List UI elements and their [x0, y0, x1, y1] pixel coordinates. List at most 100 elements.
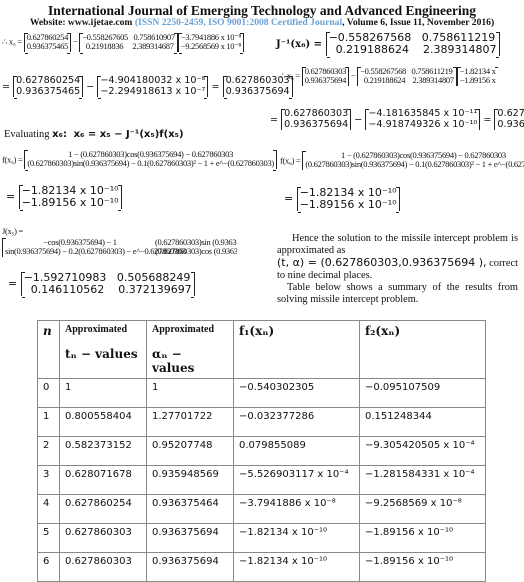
cell-f2: −1.89156 x 10⁻¹⁰ [359, 552, 486, 582]
j-x5-matrix: −cos(0.936375694) − 1 (0.627860303)sin (0… [2, 238, 237, 257]
x6-lhs: ∴ x₆ = [280, 70, 300, 81]
f-x5-value-vector: −1.82134 x 10⁻¹⁰ −1.89156 x 10⁻¹⁰ [18, 184, 122, 212]
cell: 0.936375694 [225, 85, 290, 97]
cell-t: 0.582373152 [59, 436, 147, 466]
cell: 0.627860303 [284, 109, 349, 119]
table-header-row: n Approximated tₙ − values Approximated αₙ… [37, 320, 486, 379]
cell-f1: −5.526903117 x 10⁻⁴ [233, 465, 360, 495]
cell: −0.558267568 [328, 31, 412, 44]
cell: (0.627860303)cos (0.9363756 [155, 246, 237, 257]
cell-f2: 0.151248344 [359, 407, 486, 437]
cell-t: 0.627860303 [59, 523, 147, 553]
cell-a: 0.936375464 [146, 494, 234, 524]
j-x5-value-matrix: −1.592710983 0.505688249 0.146110562 0.3… [20, 271, 195, 299]
cell: 0.936375694 [304, 75, 347, 86]
cell: 0.936375465 [26, 41, 69, 52]
table-row: 5 0.627860303 0.936375694 −1.82134 x 10⁻¹⁰ −… [37, 523, 486, 553]
cell: 0.21918836 [85, 41, 124, 52]
conclusion-solution-line: (t, α) = (0.627860303,0.936375694 ), cor… [277, 257, 518, 282]
equals: = [284, 192, 294, 206]
header-f1: f₁(xₙ) [233, 320, 360, 379]
cell: −1.592710983 [23, 271, 107, 284]
jinv-x5-matrix: −0.558267568 0.758611219 0.219188624 2.3… [357, 67, 457, 86]
cell: (0.627860303)sin(0.936375694) − 0.1(0.62… [27, 158, 274, 169]
journal-subtitle: Website: www.ijetae.com (ISSN 2250-2459,… [0, 17, 524, 28]
cell-n: 5 [37, 523, 60, 553]
delta-vector: −4.181635845 x 10⁻¹¹ −4.918749326 x 10⁻¹⁰ [365, 109, 481, 131]
cell: (0.627860303)sin(0.936375694) − 0.1(0.62… [305, 159, 524, 170]
x6-vector: 0.627860303 0.936375694 [281, 109, 352, 131]
cell-f1: −3.7941886 x 10⁻⁸ [233, 494, 360, 524]
header-f1-text: f₁(xₙ) [239, 324, 275, 338]
f-x6-value-vector: −1.82134 x 10⁻¹⁰ −1.89156 x 10⁻¹⁰ [296, 186, 400, 214]
evaluating-x6: Evaluating x₆: x₆ = x₅ − J⁻¹(x₅)f(x₅) [4, 129, 184, 140]
cell-t: 0.627860303 [59, 552, 147, 582]
cell-f1: −1.82134 x 10⁻¹⁰ [233, 552, 360, 582]
cell-n: 0 [37, 378, 60, 408]
cell: sin(0.936375694) − 0.2(0.627860303) − e^… [5, 246, 186, 257]
cell: −1.89156 x 10⁻¹⁰ [21, 196, 119, 210]
header-alpha-top: Approximated [152, 324, 215, 335]
f-x5-expression: f(x₅) = 1 − (0.627860303)cos(0.936375694… [2, 149, 277, 171]
cell: 0.505688249 [116, 271, 191, 284]
cell: 0.62786030 [497, 109, 524, 119]
f-x6-lhs: f(x₆) = [280, 155, 301, 166]
cell: 2.389314807 [423, 43, 497, 57]
conclusion: Hence the solution to the missile interc… [277, 233, 518, 306]
cell: 0.372139697 [118, 283, 192, 297]
cell: −4.181635845 x 10⁻¹¹ [368, 109, 478, 119]
equals: = [2, 81, 11, 93]
f-x4-vector: −3.7941886 x 10⁻⁸ −9.2568569 x 10⁻⁸ [177, 32, 245, 54]
header-n-text: n [43, 324, 52, 338]
results-table: n Approximated tₙ − values Approximated αₙ… [37, 320, 486, 582]
header-f2: f₂(xₙ) [359, 320, 486, 379]
conclusion-line1: Hence the solution to the missile interc… [277, 233, 518, 256]
cell-f2: −9.2568569 x 10⁻⁸ [359, 494, 486, 524]
cell-f2: −1.89156 x 10⁻¹⁰ [359, 523, 486, 553]
x5-equation: ∴ x₅ = 0.627860254 0.936375465 − −0.55826… [2, 32, 245, 54]
cell-a: 1 [146, 378, 234, 408]
delta-vector: −4.904180032 x 10⁻⁸ −2.294918613 x 10⁻⁷ [97, 75, 209, 100]
header-alpha: Approximated αₙ − values [146, 320, 234, 379]
cell-n: 6 [37, 552, 60, 582]
equals: = [6, 190, 16, 204]
cell-f1: 0.079855089 [233, 436, 360, 466]
conclusion-line3: Table below shows a summary of the resul… [277, 282, 518, 305]
cell: −4.918749326 x 10⁻¹⁰ [368, 118, 478, 130]
cell: 2.389314807 [412, 75, 454, 86]
minus: − [350, 70, 356, 81]
cell: 2.389314687 [132, 41, 174, 52]
cell-f2: −9.305420505 x 10⁻⁴ [359, 436, 486, 466]
cell-n: 4 [37, 494, 60, 524]
volume: , Volume 6, Issue 11, November 2016) [342, 17, 495, 28]
header-alpha-sub: αₙ − values [152, 347, 195, 375]
header-t-top: Approximated [65, 324, 128, 335]
x6-vector: 0.627860303 0.936375694 [301, 67, 350, 86]
cell-a: 0.936375694 [146, 552, 234, 582]
x6-equation: ∴ x₆ = 0.627860303 0.936375694 − −0.55826… [280, 67, 524, 86]
f-x6-vector: 1 − (0.627860303)cos(0.936375694) − 0.62… [302, 151, 524, 170]
table-body: 0 1 1 −0.540302305 −0.095107509 1 0.800558404 1… [37, 378, 486, 582]
cell: −9.2568569 x 10⁻⁸ [180, 41, 242, 52]
cell: 0.219188624 [363, 75, 406, 86]
cell: 0.146110562 [30, 283, 105, 297]
cell-t: 0.628071678 [59, 465, 147, 495]
cell: 0.219188624 [335, 43, 410, 57]
cell: −1.89156 x [459, 75, 496, 86]
cell-a: 0.936375694 [146, 523, 234, 553]
table-row: 4 0.627860254 0.936375464 −3.7941886 x 10⁻⁸… [37, 494, 486, 524]
table-row: 1 0.800558404 1.27701722 −0.032377286 0.1512… [37, 407, 486, 437]
minus: − [72, 36, 78, 47]
cell-f2: −1.281584331 x 10⁻⁴ [359, 465, 486, 495]
equals: = [8, 277, 18, 291]
cell-f1: −0.540302305 [233, 378, 360, 408]
f-x5-value: = −1.82134 x 10⁻¹⁰ −1.89156 x 10⁻¹⁰ [6, 184, 122, 212]
cell-n: 2 [37, 436, 60, 466]
table-row: 0 1 1 −0.540302305 −0.095107509 [37, 378, 486, 408]
jinv-x6: J⁻¹(x₆) = −0.558267568 0.758611219 0.219… [276, 31, 500, 59]
x5-vector: 0.627860254 0.936375465 [23, 32, 72, 54]
j-x5-value: = −1.592710983 0.505688249 0.146110562 0… [8, 271, 195, 299]
header-t: Approximated tₙ − values [59, 320, 147, 379]
evaluating-label: Evaluating [4, 129, 50, 140]
cell-t: 0.627860254 [59, 494, 147, 524]
